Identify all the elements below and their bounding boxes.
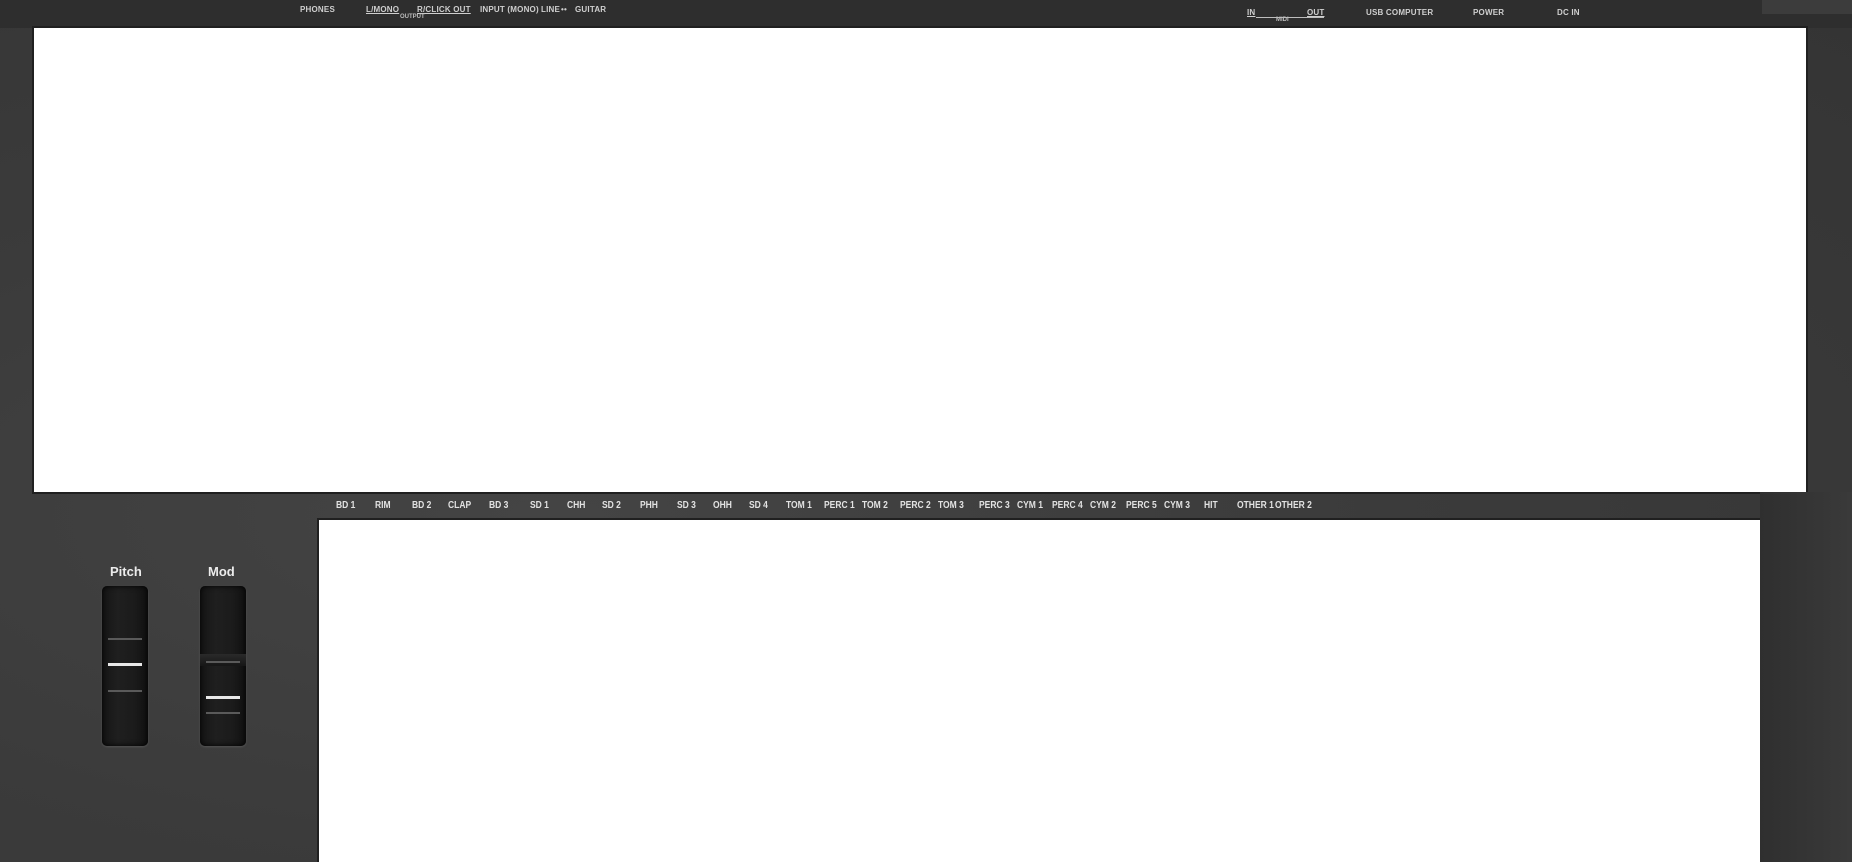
pad-label: BD 2 — [412, 500, 432, 511]
pad-label: BD 3 — [489, 500, 509, 511]
pad-label: PERC 2 — [900, 500, 931, 511]
input-mono-label: INPUT (MONO) — [480, 5, 539, 14]
l-mono-label: L/MONO — [366, 5, 400, 14]
pad-label: TOM 1 — [786, 500, 812, 511]
midi-in-label: IN — [1247, 8, 1256, 17]
power-label: POWER — [1473, 8, 1505, 17]
right-side-bezel — [1760, 492, 1852, 862]
mod-wheel-position-mark — [206, 696, 240, 699]
pad-label: CLAP — [448, 500, 472, 511]
mod-wheel[interactable] — [200, 586, 246, 746]
pad-label: SD 2 — [602, 500, 621, 511]
pad-label: PERC 1 — [824, 500, 855, 511]
mod-wheel-step — [200, 654, 246, 666]
top-display-panel — [34, 28, 1806, 492]
pad-label: TOM 2 — [862, 500, 888, 511]
line-label: LINE — [541, 5, 561, 14]
pad-label: SD 1 — [530, 500, 549, 511]
pad-label: PHH — [640, 500, 658, 511]
pad-label: PERC 3 — [979, 500, 1010, 511]
mod-wheel-mark — [206, 661, 240, 663]
pad-label: CYM 3 — [1164, 500, 1190, 511]
pitch-wheel-mark — [108, 638, 142, 640]
pitch-wheel[interactable] — [102, 586, 148, 746]
pad-label: CYM 1 — [1017, 500, 1043, 511]
usb-computer-label: USB COMPUTER — [1366, 8, 1434, 17]
pad-label: OTHER 1 — [1237, 500, 1274, 511]
rear-right-block — [1762, 0, 1852, 14]
line-guitar-switch-dots: •• — [561, 5, 568, 14]
controller-body: PHONES L/MONO R/CLICK OUT OUTPUT INPUT (… — [0, 0, 1852, 862]
pad-label: OTHER 2 — [1275, 500, 1312, 511]
guitar-label: GUITAR — [575, 5, 607, 14]
midi-bracket-line — [1256, 17, 1324, 18]
pad-label: CYM 2 — [1090, 500, 1116, 511]
pad-label: PERC 5 — [1126, 500, 1157, 511]
pad-label: HIT — [1204, 500, 1218, 511]
midi-out-label: OUT — [1307, 8, 1325, 17]
rear-panel-strip: PHONES L/MONO R/CLICK OUT OUTPUT INPUT (… — [0, 0, 1852, 28]
phones-label: PHONES — [300, 5, 335, 14]
pad-label: BD 1 — [336, 500, 356, 511]
dc-in-label: DC IN — [1557, 8, 1580, 17]
pad-label: RIM — [375, 500, 391, 511]
pad-label: SD 4 — [749, 500, 768, 511]
pad-label: TOM 3 — [938, 500, 964, 511]
pitch-wheel-label: Pitch — [110, 564, 142, 579]
pad-label-row: BD 1 RIM BD 2 CLAP BD 3 SD 1 CHH SD 2 PH… — [0, 500, 1852, 516]
pad-label: CHH — [567, 500, 586, 511]
pad-label: SD 3 — [677, 500, 696, 511]
bottom-display-panel — [319, 520, 1760, 862]
pad-label: OHH — [713, 500, 732, 511]
pad-label: PERC 4 — [1052, 500, 1083, 511]
midi-label: MIDI — [1276, 17, 1289, 23]
mod-wheel-label: Mod — [208, 564, 235, 579]
pitch-wheel-mark — [108, 690, 142, 692]
output-label: OUTPUT — [400, 14, 425, 20]
r-click-out-label: R/CLICK OUT — [417, 5, 471, 14]
pitch-wheel-center-mark — [108, 663, 142, 666]
mod-wheel-mark — [206, 712, 240, 714]
